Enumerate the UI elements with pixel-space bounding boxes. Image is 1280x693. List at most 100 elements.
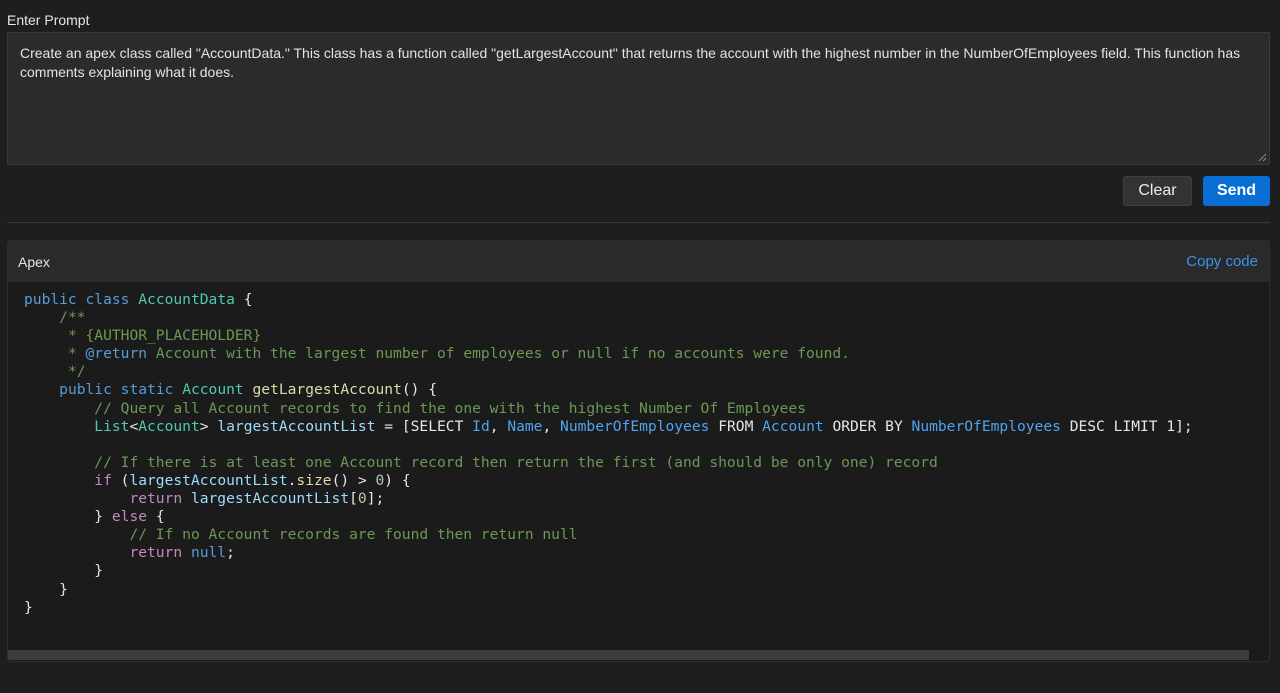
code-header: Apex Copy code <box>8 241 1269 282</box>
send-button[interactable]: Send <box>1203 176 1270 206</box>
code-token: NumberOfEmployees <box>560 417 710 435</box>
code-token: NumberOfEmployees <box>911 417 1061 435</box>
prompt-page: Enter Prompt Create an apex class called… <box>0 0 1280 693</box>
prompt-textarea[interactable]: Create an apex class called "AccountData… <box>7 32 1270 165</box>
horizontal-scrollbar[interactable] <box>8 649 1269 661</box>
code-line: */ <box>24 363 86 380</box>
code-token: public <box>59 381 112 399</box>
code-token: List <box>94 417 130 435</box>
code-token: */ <box>67 363 86 381</box>
code-token: ( <box>111 471 130 489</box>
code-token: * <box>67 345 86 363</box>
code-token: Account <box>182 381 244 399</box>
code-line: // Query all Account records to find the… <box>24 400 806 417</box>
code-token: public <box>24 291 77 308</box>
code-token: Account with the largest number of emplo… <box>147 345 850 363</box>
code-line: return null; <box>24 544 235 562</box>
code-token: ; <box>226 544 235 562</box>
code-token: } <box>24 598 33 616</box>
code-token: ) { <box>384 471 411 489</box>
code-token: getLargestAccount <box>252 381 402 399</box>
code-token: } <box>24 580 68 598</box>
code-token: } <box>24 508 112 526</box>
code-line: // If no Account records are found then … <box>24 526 578 544</box>
code-token: DESC LIMIT 1]; <box>1060 417 1193 435</box>
code-line: public static Account getLargestAccount(… <box>24 381 437 398</box>
code-token: largestAccountList <box>129 471 288 489</box>
code-token: largestAccountList <box>190 490 350 508</box>
code-token: size <box>296 471 332 489</box>
code-token: [ <box>349 490 358 508</box>
scrollbar-thumb[interactable] <box>8 650 1249 660</box>
clear-button[interactable]: Clear <box>1123 176 1192 206</box>
code-token: AccountData <box>138 291 235 308</box>
code-token: // Query all Account records to find the… <box>94 399 806 417</box>
code-token: FROM <box>709 417 763 435</box>
prompt-label: Enter Prompt <box>7 12 90 28</box>
code-token: 0 <box>375 471 385 489</box>
code-line: } <box>24 599 33 616</box>
code-line: } else { <box>24 508 165 526</box>
code-token: , <box>489 417 508 435</box>
code-line: // If there is at least one Account reco… <box>24 453 938 471</box>
code-token: < <box>129 417 139 435</box>
code-line: } <box>24 562 103 579</box>
code-language-label: Apex <box>18 254 50 270</box>
code-token: null <box>190 544 227 562</box>
code-token: { <box>234 291 253 308</box>
code-token: Id <box>472 417 490 435</box>
code-body: public class AccountData { /** * {AUTHOR… <box>8 291 1269 647</box>
code-token: else <box>111 508 148 526</box>
code-block: public class AccountData { /** * {AUTHOR… <box>24 291 1269 617</box>
code-token: * {AUTHOR_PLACEHOLDER} <box>67 327 262 345</box>
code-token: @return <box>85 345 148 363</box>
code-token: } <box>24 562 104 580</box>
code-token: Name <box>507 417 543 435</box>
code-panel: Apex Copy code public class AccountData … <box>7 240 1270 662</box>
code-token: // If no Account records are found then … <box>129 526 578 544</box>
section-divider <box>7 222 1270 223</box>
code-token: () > <box>331 471 376 489</box>
code-token: ]; <box>366 490 385 508</box>
code-line: if (largestAccountList.size() > 0) { <box>24 471 411 489</box>
code-line: /** <box>24 309 86 327</box>
code-token: /** <box>59 309 86 327</box>
code-token: ORDER BY <box>823 417 912 435</box>
code-token: if <box>94 471 112 489</box>
code-token: class <box>85 291 130 308</box>
prompt-text: Create an apex class called "AccountData… <box>20 45 1241 80</box>
code-line: public class AccountData { <box>24 291 252 308</box>
code-token: () { <box>401 381 438 399</box>
copy-code-button[interactable]: Copy code <box>1186 253 1258 270</box>
code-token: return <box>129 544 183 562</box>
code-token: static <box>120 381 174 399</box>
code-line: return largestAccountList[0]; <box>24 490 384 507</box>
code-token: = [SELECT <box>375 417 473 435</box>
code-token: Account <box>762 417 824 435</box>
code-line: * @return Account with the largest numbe… <box>24 345 850 362</box>
code-token: Account <box>138 417 200 435</box>
code-token: // If there is at least one Account reco… <box>94 453 938 471</box>
code-token: 0 <box>357 490 367 508</box>
code-token: , <box>542 417 561 435</box>
resize-grip-icon[interactable] <box>1257 152 1267 162</box>
code-token: return <box>129 490 183 508</box>
code-token: largestAccountList <box>217 417 376 435</box>
code-line: } <box>24 581 68 598</box>
code-token: { <box>147 508 165 526</box>
